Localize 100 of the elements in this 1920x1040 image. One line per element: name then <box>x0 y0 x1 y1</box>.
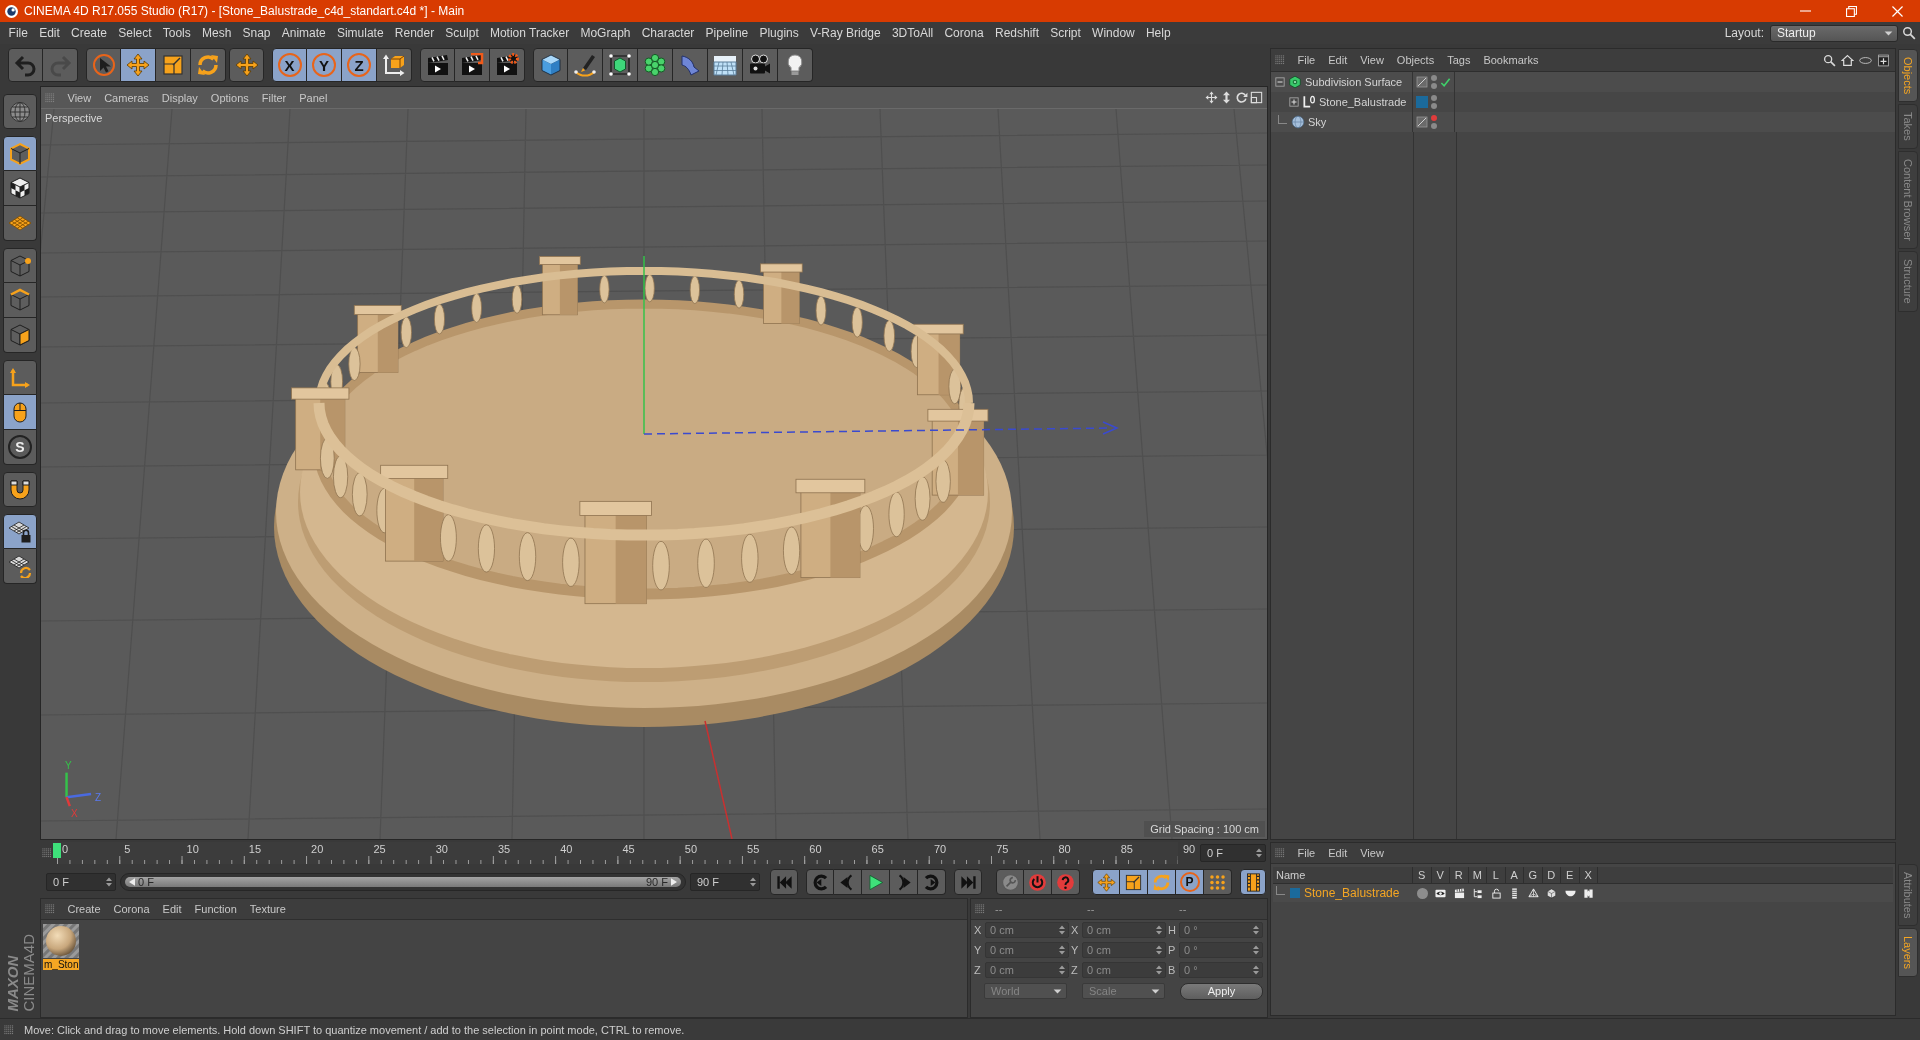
light-button[interactable] <box>778 48 813 82</box>
x-axis-button[interactable]: X <box>272 48 307 82</box>
go-to-end-button[interactable] <box>954 869 982 895</box>
menu-item[interactable]: Snap <box>236 23 277 43</box>
menu-item[interactable]: Bookmarks <box>1476 51 1545 69</box>
side-tab[interactable]: Objects <box>1898 49 1918 103</box>
menu-item[interactable]: File <box>3 23 34 43</box>
home-icon[interactable] <box>1841 53 1854 67</box>
menu-item[interactable]: File <box>1291 51 1322 69</box>
menu-item[interactable]: Edit <box>1321 844 1354 862</box>
empty-layer-icon[interactable] <box>1416 76 1428 88</box>
layer-row[interactable]: Stone_Balustrade <box>1273 884 1893 902</box>
stone-balustrade-drawing[interactable] <box>274 256 1014 727</box>
polygons-mode-button[interactable] <box>3 318 37 353</box>
move-tool-button[interactable] <box>121 48 156 82</box>
parameter-key-button[interactable]: P <box>1176 869 1204 895</box>
solo-dot-icon[interactable] <box>1416 887 1428 899</box>
menu-item[interactable]: Texture <box>243 900 293 918</box>
pyramid-icon[interactable] <box>1527 887 1539 899</box>
render-settings-button[interactable] <box>490 48 525 82</box>
menu-item[interactable]: Window <box>1086 23 1141 43</box>
hierarchy-icon[interactable] <box>1472 887 1484 899</box>
locked-workplane-button[interactable] <box>3 514 37 549</box>
menu-item[interactable]: Create <box>61 900 108 918</box>
menu-item[interactable]: View <box>1353 844 1391 862</box>
menu-item[interactable]: Animate <box>276 23 332 43</box>
z-axis-button[interactable]: Z <box>342 48 377 82</box>
menu-item[interactable]: Objects <box>1390 51 1441 69</box>
menu-item[interactable]: Edit <box>33 23 66 43</box>
tweak-mode-button[interactable] <box>3 395 37 430</box>
play-button[interactable] <box>862 869 890 895</box>
eye-icon[interactable] <box>1435 887 1447 899</box>
object-row[interactable]: Subdivision Surface <box>1271 72 1895 92</box>
layer-color-icon[interactable] <box>1290 888 1300 898</box>
move-view-icon[interactable] <box>1205 91 1218 104</box>
menu-item[interactable]: V-Ray Bridge <box>804 23 887 43</box>
material-name[interactable]: m_Ston <box>43 959 80 970</box>
model-mode-button[interactable] <box>3 136 37 171</box>
cube-icon[interactable] <box>1546 887 1558 899</box>
notched-block-icon[interactable] <box>1583 887 1595 899</box>
selection-tool-button[interactable] <box>86 48 121 82</box>
rotate-view-icon[interactable] <box>1235 91 1248 104</box>
grip-icon[interactable] <box>45 92 55 103</box>
planar-workplane-button[interactable] <box>3 549 37 584</box>
y-axis-button[interactable]: Y <box>307 48 342 82</box>
texture-mode-button[interactable] <box>3 171 37 206</box>
point-level-key-button[interactable] <box>1204 869 1232 895</box>
grip-icon[interactable] <box>45 904 55 914</box>
timeline-ruler[interactable]: 0 5 10 15 20 25 30 35 40 45 50 55 60 65 70 75 80 85 90 <box>53 842 1196 864</box>
grip-icon[interactable] <box>4 1024 14 1035</box>
timeline-button[interactable] <box>1240 869 1266 895</box>
points-mode-button[interactable] <box>3 248 37 283</box>
search-icon[interactable] <box>1823 53 1836 67</box>
menu-item[interactable]: Character <box>636 23 700 43</box>
menu-item[interactable]: Tools <box>157 23 197 43</box>
workplane-mode-button[interactable] <box>3 206 37 241</box>
cloner-button[interactable] <box>638 48 673 82</box>
edges-mode-button[interactable] <box>3 283 37 318</box>
layer-color-icon[interactable] <box>1416 96 1428 108</box>
current-frame-field[interactable]: 0 F <box>1200 844 1266 862</box>
menu-item[interactable]: File <box>1291 844 1322 862</box>
menu-item[interactable]: Edit <box>1321 51 1354 69</box>
menu-item[interactable]: View <box>61 88 98 107</box>
checkmark-icon[interactable] <box>1440 76 1451 88</box>
rotate-key-button[interactable] <box>1148 869 1176 895</box>
menu-item[interactable]: Tags <box>1440 51 1477 69</box>
menu-item[interactable]: Cameras <box>97 88 156 107</box>
move-key-button[interactable] <box>1092 869 1120 895</box>
layout-dropdown[interactable]: Startup <box>1770 24 1898 42</box>
snap-button[interactable]: S <box>3 430 37 465</box>
camera-button[interactable] <box>743 48 778 82</box>
menu-item[interactable]: Select <box>112 23 158 43</box>
menu-item[interactable]: Motion Tracker <box>484 23 575 43</box>
menu-item[interactable]: Display <box>155 88 205 107</box>
preview-range-bar[interactable] <box>125 877 681 887</box>
last-tool-button[interactable] <box>229 48 264 82</box>
rotate-tool-button[interactable] <box>191 48 226 82</box>
menu-item[interactable]: Edit <box>156 900 189 918</box>
render-view-button[interactable] <box>420 48 455 82</box>
clapperboard-icon[interactable] <box>1453 887 1465 899</box>
menu-item[interactable]: Function <box>188 900 244 918</box>
collapse-icon[interactable] <box>1275 77 1285 87</box>
menu-item[interactable]: Filter <box>255 88 293 107</box>
next-key-button[interactable] <box>918 869 946 895</box>
open-lock-icon[interactable] <box>1490 887 1502 899</box>
menu-item[interactable]: MoGraph <box>574 23 637 43</box>
menu-item[interactable]: Help <box>1140 23 1177 43</box>
pen-button[interactable] <box>568 48 603 82</box>
menu-item[interactable]: Sculpt <box>439 23 485 43</box>
go-to-start-button[interactable] <box>770 869 798 895</box>
cube-button[interactable] <box>533 48 568 82</box>
scale-tool-button[interactable] <box>156 48 191 82</box>
menu-item[interactable]: Panel <box>292 88 334 107</box>
menu-item[interactable]: Redshift <box>989 23 1045 43</box>
object-row[interactable]: Sky <box>1271 112 1895 132</box>
menu-item[interactable]: Plugins <box>753 23 805 43</box>
editor-visibility-icon[interactable] <box>1431 95 1437 101</box>
subdivision-surface-button[interactable] <box>603 48 638 82</box>
menu-item[interactable]: Script <box>1044 23 1087 43</box>
keyframe-selection-button[interactable] <box>1052 869 1080 895</box>
